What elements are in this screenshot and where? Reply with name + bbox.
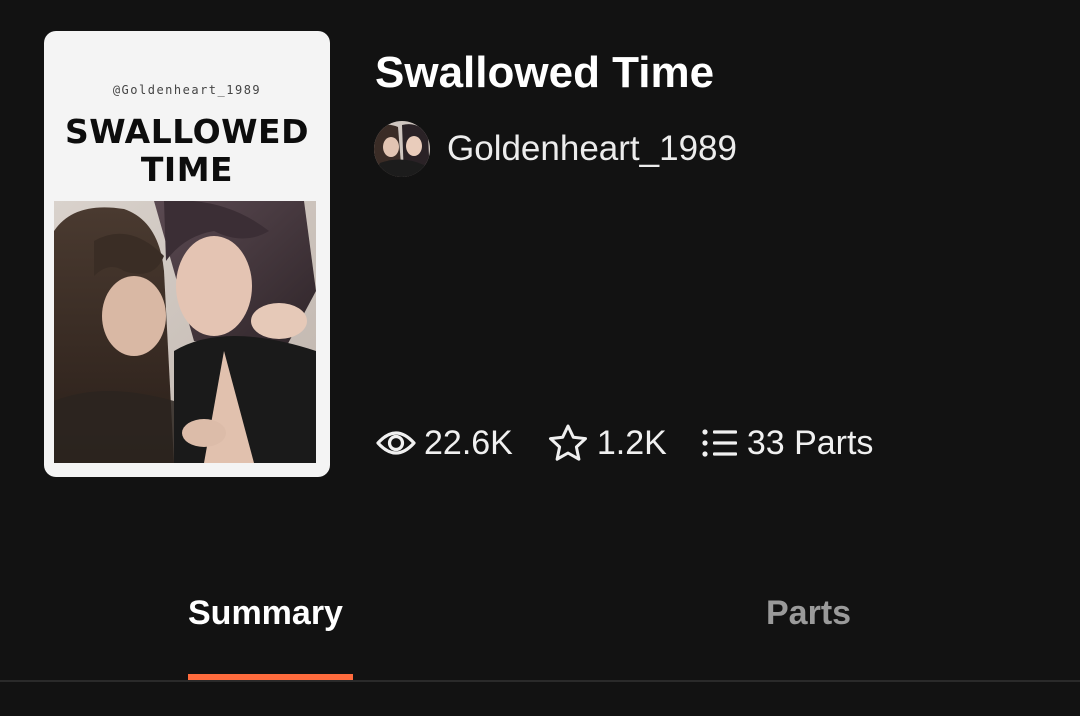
cover-title: SWALLOWED TIME <box>44 113 330 189</box>
cover-photo <box>54 201 316 463</box>
cover-author-handle: @Goldenheart_1989 <box>112 83 262 97</box>
parts-count: 33 Parts <box>746 423 874 462</box>
list-icon <box>702 429 737 457</box>
story-page: @Goldenheart_1989 SWALLOWED TIME Swallow… <box>0 0 1080 716</box>
story-title: Swallowed Time <box>375 48 715 97</box>
parts-stat: 33 Parts <box>701 423 874 463</box>
tab-summary[interactable]: Summary <box>188 594 343 633</box>
author-name[interactable]: Goldenheart_1989 <box>447 129 737 169</box>
eye-icon <box>376 431 416 455</box>
author-avatar[interactable] <box>374 121 430 177</box>
tabs-divider <box>0 680 1080 682</box>
cover-title-line-1: SWALLOWED <box>65 112 309 151</box>
story-tabs: Summary Parts <box>0 570 1080 681</box>
star-icon <box>548 424 587 461</box>
story-cover[interactable]: @Goldenheart_1989 SWALLOWED TIME <box>44 31 330 477</box>
votes-stat: 1.2K <box>547 423 667 463</box>
tab-parts[interactable]: Parts <box>766 594 851 633</box>
story-stats: 22.6K 1.2K 33 Parts <box>376 420 907 466</box>
views-stat: 22.6K <box>376 424 513 463</box>
votes-count: 1.2K <box>596 423 667 462</box>
cover-title-line-2: TIME <box>140 150 234 189</box>
views-count: 22.6K <box>424 423 513 462</box>
author-link[interactable]: Goldenheart_1989 <box>374 121 737 177</box>
